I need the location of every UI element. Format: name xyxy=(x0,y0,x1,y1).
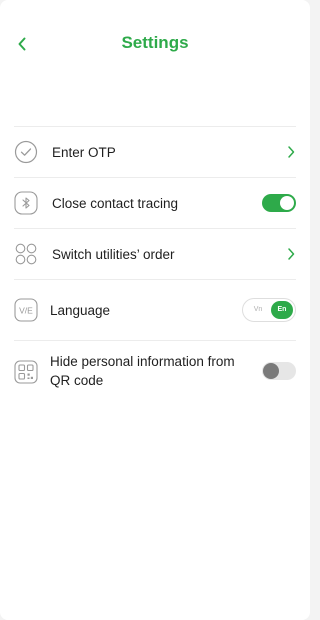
toggle-knob xyxy=(263,363,279,379)
header: Settings xyxy=(0,0,310,90)
language-option-en[interactable]: En xyxy=(271,301,293,319)
four-circles-icon xyxy=(14,242,38,266)
chevron-right-icon[interactable] xyxy=(286,145,296,159)
setting-label-language: Language xyxy=(50,303,111,318)
setting-row-hide-personal-info: Hide personal information from QR code xyxy=(14,340,296,401)
setting-label-enter-otp: Enter OTP xyxy=(52,145,116,160)
setting-label-utilities-order: Switch utilities’ order xyxy=(52,247,175,262)
setting-label-hide-personal-info: Hide personal information from QR code xyxy=(50,354,235,388)
setting-row-language: V/E Language Vn En xyxy=(14,279,296,340)
chevron-right-icon[interactable] xyxy=(286,247,296,261)
settings-list: Enter OTP Close contact tracing Switch u… xyxy=(14,126,296,401)
qr-code-icon xyxy=(14,360,38,384)
check-circle-icon xyxy=(14,140,38,164)
ve-icon-text: V/E xyxy=(19,306,33,316)
setting-row-contact-tracing: Close contact tracing xyxy=(14,177,296,228)
toggle-knob xyxy=(280,196,294,210)
hide-personal-info-toggle[interactable] xyxy=(262,362,296,380)
bluetooth-icon xyxy=(14,191,38,215)
settings-screen: Settings Enter OTP Close contact tracing… xyxy=(0,0,310,620)
setting-row-utilities-order[interactable]: Switch utilities’ order xyxy=(14,228,296,279)
setting-label-contact-tracing: Close contact tracing xyxy=(52,196,179,211)
ve-icon: V/E xyxy=(14,298,38,322)
language-switch[interactable]: Vn En xyxy=(242,298,296,322)
setting-row-enter-otp[interactable]: Enter OTP xyxy=(14,126,296,177)
language-option-vn[interactable]: Vn xyxy=(248,299,268,321)
page-title: Settings xyxy=(121,33,189,52)
contact-tracing-toggle[interactable] xyxy=(262,194,296,212)
